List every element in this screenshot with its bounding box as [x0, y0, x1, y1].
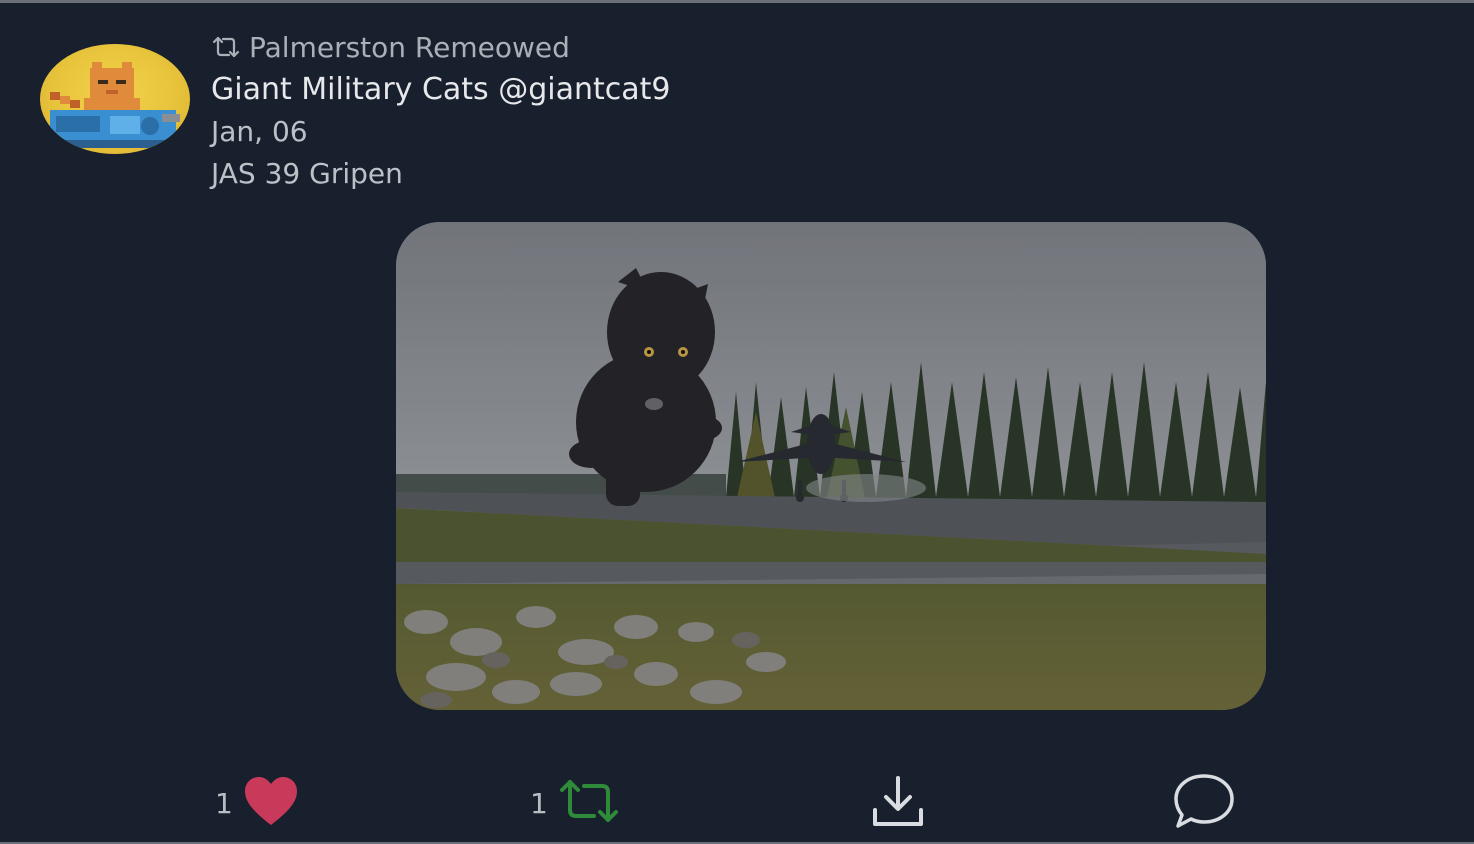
author-handle[interactable]: Giant Military Cats @giantcat9	[211, 69, 670, 111]
heart-icon[interactable]	[243, 775, 299, 831]
avatar-cat-icon	[50, 62, 180, 148]
download-action[interactable]	[871, 763, 925, 843]
remeow-action[interactable]: 1	[530, 763, 620, 843]
remeow-icon[interactable]	[558, 776, 620, 830]
author-avatar[interactable]	[40, 44, 190, 154]
remeow-label: Palmerston Remeowed	[249, 30, 570, 64]
action-bar: 1 1	[0, 763, 1474, 843]
post-meta: Palmerston Remeowed Giant Military Cats …	[211, 27, 670, 195]
post-caption: JAS 39 Gripen	[211, 157, 403, 190]
like-action[interactable]: 1	[215, 763, 299, 843]
comment-icon[interactable]	[1172, 772, 1236, 834]
like-count: 1	[215, 786, 233, 820]
post-card: Palmerston Remeowed Giant Military Cats …	[0, 0, 1474, 844]
remeow-icon	[211, 34, 241, 60]
reply-action[interactable]	[1172, 763, 1236, 843]
download-icon[interactable]	[871, 774, 925, 832]
remeow-count: 1	[530, 786, 548, 820]
post-image[interactable]	[396, 222, 1266, 710]
post-image-scene	[396, 222, 1266, 710]
remeow-header: Palmerston Remeowed	[211, 27, 670, 67]
post-date: Jan, 06	[211, 115, 308, 148]
